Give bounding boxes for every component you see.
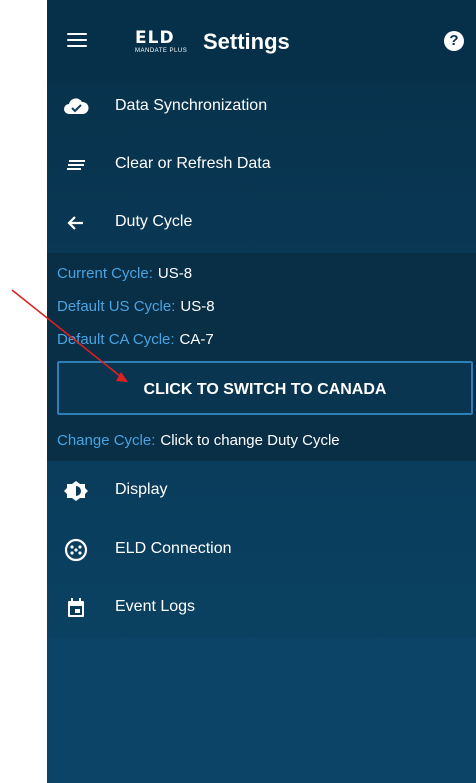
annotation-arrow xyxy=(11,289,128,382)
